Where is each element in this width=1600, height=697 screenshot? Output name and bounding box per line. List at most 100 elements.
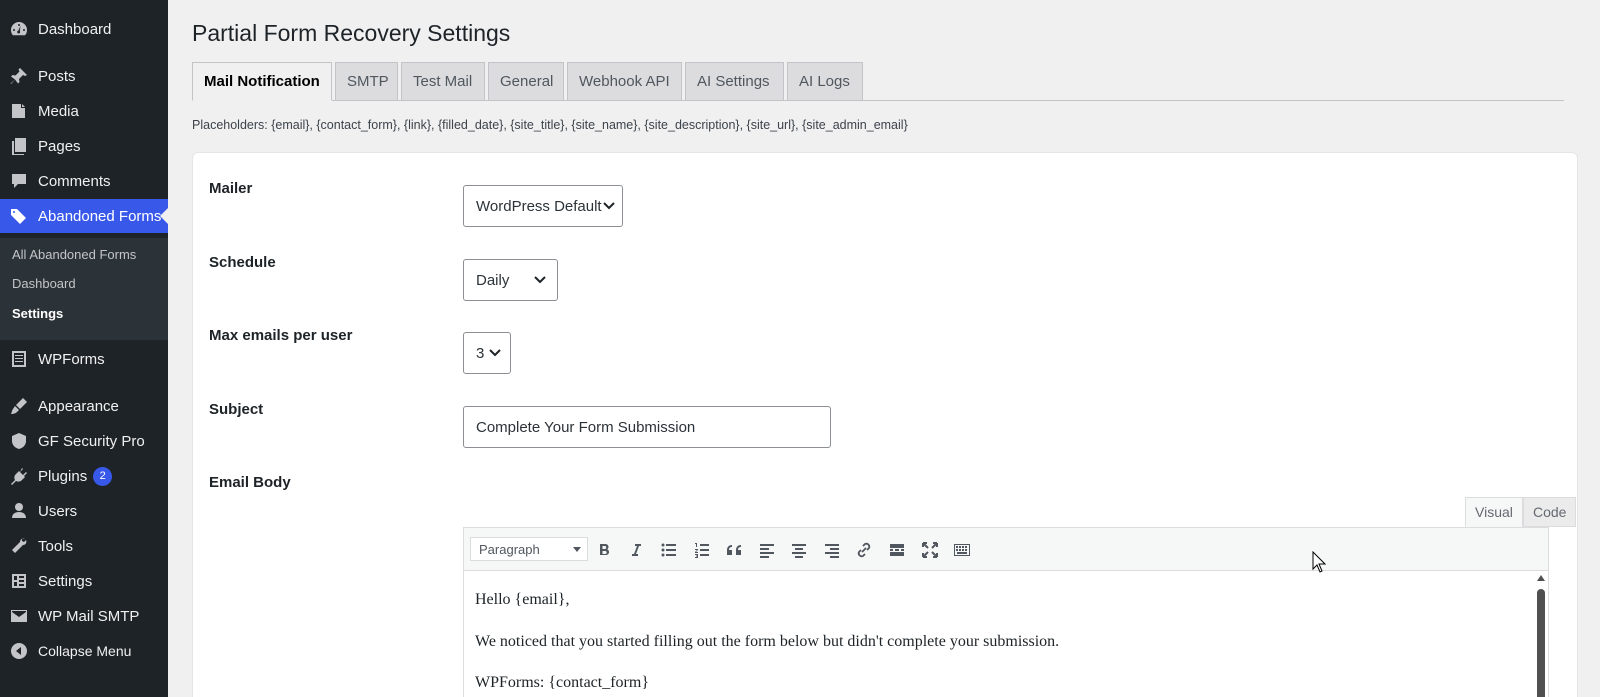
bold-icon bbox=[600, 544, 609, 555]
subject-input[interactable] bbox=[463, 406, 831, 448]
menu-label: GF Security Pro bbox=[38, 432, 145, 450]
menu-item-collapse[interactable]: Collapse Menu bbox=[0, 634, 168, 668]
blockquote-icon bbox=[727, 545, 741, 555]
menu-item-comments[interactable]: Comments bbox=[0, 164, 168, 198]
user-icon bbox=[0, 501, 38, 521]
settings-card: Mailer WordPress Default Schedule Daily … bbox=[192, 152, 1578, 697]
toolbar-toggle-icon bbox=[954, 544, 970, 556]
blockquote-button[interactable] bbox=[720, 536, 748, 564]
dropdown-arrow-icon bbox=[573, 547, 581, 552]
mailer-value: WordPress Default bbox=[476, 197, 602, 215]
format-select[interactable]: Paragraph bbox=[470, 537, 588, 561]
menu-label: Comments bbox=[38, 172, 111, 190]
submenu-all-abandoned-forms[interactable]: All Abandoned Forms bbox=[12, 247, 136, 262]
menu-label: Settings bbox=[38, 572, 93, 590]
menu-label: Abandoned Forms bbox=[38, 207, 162, 225]
placeholders-hint: Placeholders: {email}, {contact_form}, {… bbox=[192, 118, 908, 132]
fullscreen-button[interactable] bbox=[916, 536, 944, 564]
media-icon bbox=[0, 101, 38, 121]
menu-label: Collapse Menu bbox=[38, 643, 132, 659]
menu-label: Tools bbox=[38, 537, 74, 555]
max-emails-select[interactable]: 3 bbox=[463, 332, 511, 374]
menu-item-posts[interactable]: Posts bbox=[0, 59, 168, 93]
menu-item-abandoned-forms[interactable]: Abandoned Forms bbox=[0, 199, 168, 233]
menu-label: Dashboard bbox=[38, 20, 112, 38]
mail-icon bbox=[0, 606, 38, 626]
subject-label: Subject bbox=[209, 401, 264, 418]
menu-label: Plugins bbox=[38, 467, 88, 485]
chevron-down-icon bbox=[603, 202, 615, 210]
menu-label: Posts bbox=[38, 67, 76, 85]
tab-webhook-api[interactable]: Webhook API bbox=[567, 62, 682, 101]
tab-test-mail[interactable]: Test Mail bbox=[401, 62, 485, 101]
page-title: Partial Form Recovery Settings bbox=[192, 20, 511, 46]
wrench-icon bbox=[0, 536, 38, 556]
menu-item-users[interactable]: Users bbox=[0, 494, 168, 528]
submenu-dashboard[interactable]: Dashboard bbox=[12, 276, 76, 291]
dashboard-icon bbox=[0, 19, 38, 39]
tab-mail-notification[interactable]: Mail Notification bbox=[192, 62, 332, 101]
menu-label: Media bbox=[38, 102, 79, 120]
italic-button[interactable] bbox=[622, 536, 650, 564]
collapse-icon bbox=[0, 641, 38, 661]
chevron-down-icon bbox=[534, 276, 546, 284]
main-content: Partial Form Recovery Settings Mail Noti… bbox=[168, 0, 1600, 697]
form-icon bbox=[0, 349, 38, 369]
link-icon bbox=[857, 542, 871, 558]
tab-general[interactable]: General bbox=[488, 62, 564, 101]
italic-icon bbox=[632, 544, 641, 556]
mouse-cursor-icon bbox=[1312, 551, 1326, 573]
menu-item-pages[interactable]: Pages bbox=[0, 129, 168, 163]
menu-label: WPForms bbox=[38, 350, 105, 368]
editor-toolbar: Paragraph bbox=[463, 527, 1549, 571]
menu-item-dashboard[interactable]: Dashboard bbox=[0, 12, 168, 46]
menu-item-gf-security-pro[interactable]: GF Security Pro bbox=[0, 424, 168, 458]
editor-scrollbar[interactable] bbox=[1536, 575, 1546, 697]
plugins-update-badge: 2 bbox=[93, 466, 113, 486]
mailer-label: Mailer bbox=[209, 180, 253, 197]
editor-tab-visual[interactable]: Visual bbox=[1465, 497, 1523, 527]
menu-item-appearance[interactable]: Appearance bbox=[0, 389, 168, 423]
bullet-list-button[interactable] bbox=[655, 536, 683, 564]
shield-icon bbox=[0, 431, 38, 451]
settings-tabs: Mail Notification SMTP Test Mail General… bbox=[192, 62, 1564, 101]
tab-ai-logs[interactable]: AI Logs bbox=[787, 62, 863, 101]
menu-label: Pages bbox=[38, 137, 81, 155]
menu-item-tools[interactable]: Tools bbox=[0, 529, 168, 563]
fullscreen-icon bbox=[922, 542, 938, 558]
numbered-list-button[interactable] bbox=[688, 536, 716, 564]
editor-paragraph: Hello {email}, bbox=[475, 591, 570, 608]
menu-item-plugins[interactable]: Plugins 2 bbox=[0, 459, 168, 493]
chevron-down-icon bbox=[489, 349, 501, 357]
mailer-select[interactable]: WordPress Default bbox=[463, 185, 623, 227]
toolbar-toggle-button[interactable] bbox=[948, 536, 976, 564]
pushpin-icon bbox=[0, 66, 38, 86]
email-body-editor[interactable]: Hello {email}, We noticed that you start… bbox=[463, 571, 1549, 697]
schedule-select[interactable]: Daily bbox=[463, 259, 558, 301]
read-more-button[interactable] bbox=[883, 536, 911, 564]
plugin-icon bbox=[0, 466, 38, 486]
scroll-thumb[interactable] bbox=[1537, 589, 1545, 697]
menu-item-settings[interactable]: Settings bbox=[0, 564, 168, 598]
align-right-button[interactable] bbox=[818, 536, 846, 564]
link-button[interactable] bbox=[850, 536, 878, 564]
align-center-button[interactable] bbox=[785, 536, 813, 564]
admin-sidebar: Dashboard Posts Media Pages Comments Aba… bbox=[0, 0, 168, 697]
numbered-list-icon bbox=[695, 543, 709, 558]
comment-icon bbox=[0, 171, 38, 191]
settings-icon bbox=[0, 571, 38, 591]
menu-item-media[interactable]: Media bbox=[0, 94, 168, 128]
submenu-settings[interactable]: Settings bbox=[12, 306, 63, 321]
menu-item-wp-mail-smtp[interactable]: WP Mail SMTP bbox=[0, 599, 168, 633]
editor-tab-code[interactable]: Code bbox=[1523, 497, 1577, 527]
tab-ai-settings[interactable]: AI Settings bbox=[685, 62, 784, 101]
tag-icon bbox=[0, 206, 38, 226]
bold-button[interactable] bbox=[590, 536, 618, 564]
scroll-up-arrow-icon[interactable] bbox=[1537, 575, 1545, 581]
schedule-value: Daily bbox=[476, 271, 510, 289]
read-more-icon bbox=[890, 544, 904, 556]
editor-paragraph: We noticed that you started filling out … bbox=[475, 633, 1060, 650]
tab-smtp[interactable]: SMTP bbox=[335, 62, 398, 101]
align-left-button[interactable] bbox=[753, 536, 781, 564]
menu-item-wpforms[interactable]: WPForms bbox=[0, 342, 168, 376]
